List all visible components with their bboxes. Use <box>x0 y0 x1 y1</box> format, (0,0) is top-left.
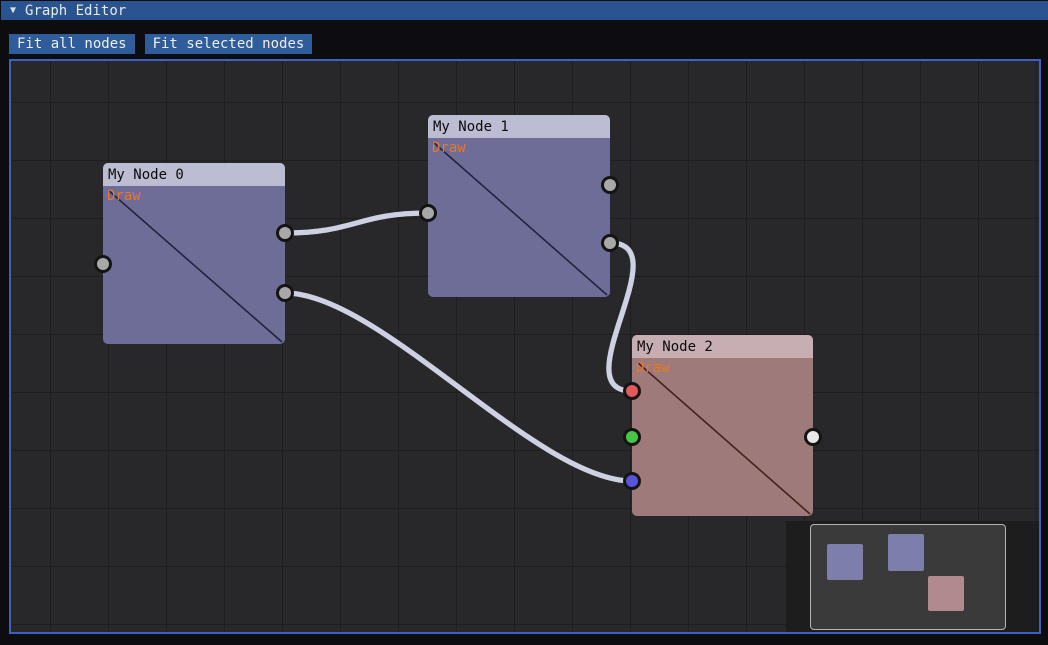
my-node-0-pin-input[interactable] <box>97 258 109 270</box>
minimap-node-0[interactable] <box>827 544 863 580</box>
my-node-2-pin-input-green[interactable] <box>626 431 638 443</box>
toolbar: Fit all nodes Fit selected nodes <box>9 34 312 54</box>
minimap-node-1[interactable] <box>888 534 924 571</box>
link-2[interactable] <box>609 243 633 391</box>
link-0[interactable] <box>285 213 428 233</box>
my-node-1[interactable]: My Node 1Draw <box>428 115 610 297</box>
collapse-arrow-icon[interactable]: ▼ <box>10 6 16 16</box>
my-node-1-pin-output-2[interactable] <box>604 237 616 249</box>
my-node-0-pin-output-1[interactable] <box>279 227 291 239</box>
graph-canvas[interactable]: My Node 0Draw My Node 1DrawMy Node 2Draw <box>9 59 1041 634</box>
my-node-0-pin-output-2[interactable] <box>279 287 291 299</box>
node-draw-label: Draw <box>432 140 466 156</box>
fit-selected-nodes-button[interactable]: Fit selected nodes <box>145 34 313 54</box>
fit-all-nodes-button[interactable]: Fit all nodes <box>9 34 135 54</box>
my-node-2-pin-input-blue[interactable] <box>626 475 638 487</box>
my-node-1-pin-input[interactable] <box>422 207 434 219</box>
minimap-node-2[interactable] <box>928 576 964 611</box>
window-titlebar[interactable]: ▼ Graph Editor <box>1 1 1048 20</box>
window-title: Graph Editor <box>25 3 126 19</box>
my-node-2-pin-output[interactable] <box>807 431 819 443</box>
my-node-0[interactable]: My Node 0Draw <box>103 163 285 344</box>
my-node-2[interactable]: My Node 2Draw <box>632 335 813 516</box>
node-draw-label: Draw <box>636 360 670 376</box>
minimap[interactable] <box>810 524 1006 630</box>
link-1[interactable] <box>285 293 632 481</box>
my-node-1-pin-output-1[interactable] <box>604 179 616 191</box>
node-draw-label: Draw <box>107 188 141 204</box>
my-node-2-pin-input-red[interactable] <box>626 385 638 397</box>
